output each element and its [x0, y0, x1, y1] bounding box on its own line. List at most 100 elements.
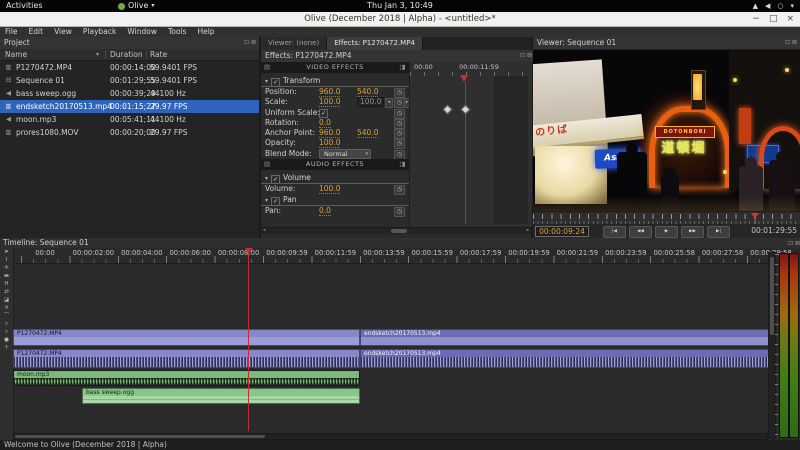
- project-column-headers[interactable]: Name ▾ Duration Rate: [0, 49, 259, 61]
- timeline-clip[interactable]: moon.mp3: [13, 370, 360, 386]
- parameter-value[interactable]: 100.0: [319, 97, 341, 108]
- timeline-clip[interactable]: endsketch20170513.mp4: [360, 329, 770, 346]
- project-item[interactable]: ▥ endsketch20170513.mp4 00:01:15;27 29.97 F…: [0, 100, 259, 113]
- parameter-value[interactable]: 0.0: [319, 118, 331, 128]
- power-icon[interactable]: ○: [777, 0, 783, 12]
- audio-effects-bar[interactable]: ▤ AUDIO EFFECTS ◨: [261, 159, 409, 171]
- keyframe-toggle-icon[interactable]: ◷: [394, 207, 405, 218]
- parameter-value[interactable]: 960.0: [319, 87, 341, 97]
- scrollbar-thumb[interactable]: [391, 229, 407, 233]
- timeline-ruler[interactable]: 00:00 00:00:02:00 00:00:04:00 00:00:06:00 00…: [0, 248, 800, 264]
- collapse-icon[interactable]: ▾: [265, 197, 268, 204]
- column-rate[interactable]: Rate: [150, 49, 167, 60]
- app-menu[interactable]: Olive ▾: [118, 0, 154, 12]
- timeline-horizontal-scrollbar[interactable]: [13, 433, 768, 440]
- pan-section-header[interactable]: ▾ ✓ Pan: [261, 194, 409, 207]
- collapse-icon[interactable]: ▾: [265, 78, 268, 85]
- keyframe-marker[interactable]: [442, 104, 453, 115]
- ruler-timecode: 00:00:19:59: [508, 249, 550, 257]
- column-name[interactable]: Name: [5, 49, 27, 60]
- pan-enabled-checkbox[interactable]: ✓: [271, 197, 281, 207]
- tab-viewer-none[interactable]: Viewer: (none): [261, 37, 328, 50]
- parameter-value[interactable]: 540.0: [357, 128, 379, 139]
- play-button[interactable]: ▶: [655, 226, 678, 238]
- parameter-checkbox[interactable]: ✓: [319, 109, 328, 119]
- go-to-start-button[interactable]: |◀: [603, 226, 626, 238]
- timeline-clip[interactable]: P1270472.MP4: [13, 329, 360, 346]
- project-item[interactable]: ◀ moon.mp3 00:05:41;11 44100 Hz: [0, 113, 259, 126]
- volume-section-header[interactable]: ▾ ✓ Volume: [261, 172, 409, 185]
- current-timecode[interactable]: 00:00:09:24: [535, 226, 589, 237]
- menu-playback[interactable]: Playback: [83, 27, 116, 37]
- parameter-value[interactable]: 540.0: [357, 87, 379, 97]
- go-to-end-button[interactable]: ▶|: [707, 226, 730, 238]
- effect-menu-icon[interactable]: ▤: [264, 159, 271, 170]
- keyframe-ruler[interactable]: 00:00 00:00:11:59: [410, 62, 532, 76]
- effect-menu-icon[interactable]: ▤: [264, 62, 271, 73]
- timeline-clip[interactable]: endsketch20170513.mp4: [360, 349, 770, 368]
- parameter-value[interactable]: 960.0: [319, 128, 341, 139]
- close-panel-icon[interactable]: ⊠: [251, 37, 256, 49]
- viewer-playhead[interactable]: [754, 213, 756, 224]
- status-bar: Welcome to Olive (December 2018 | Alpha): [0, 440, 800, 450]
- timeline-clip[interactable]: P1270472.MP4: [13, 349, 360, 368]
- project-panel: Project ⊡ ⊠ Name ▾ Duration Rate ▥ P127047…: [0, 37, 261, 238]
- volume-icon[interactable]: ◀: [765, 0, 770, 12]
- volume-value[interactable]: 100.0: [319, 184, 341, 195]
- float-panel-icon[interactable]: ⊡: [244, 37, 249, 49]
- pointer-tool[interactable]: ➤: [1, 248, 12, 256]
- minimize-button[interactable]: −: [752, 14, 760, 24]
- network-icon[interactable]: ▲: [753, 0, 758, 12]
- blend-mode-dropdown[interactable]: Normal ▾: [319, 149, 371, 160]
- tab-effects[interactable]: Effects: P1270472.MP4: [327, 37, 423, 50]
- effects-horizontal-scrollbar[interactable]: ◂ ▸: [261, 227, 531, 234]
- float-panel-icon[interactable]: ⊡: [520, 50, 525, 62]
- float-panel-icon[interactable]: ⊡: [785, 37, 790, 49]
- scrollbar-thumb[interactable]: [15, 435, 265, 438]
- keyframe-timeline[interactable]: 00:00 00:00:11:59: [409, 62, 532, 227]
- prev-frame-button[interactable]: ◀◀: [629, 226, 652, 238]
- keyframe-marker[interactable]: [460, 104, 471, 115]
- viewer-seek-bar[interactable]: [533, 211, 800, 225]
- collapse-icon[interactable]: ▾: [265, 175, 268, 182]
- column-duration[interactable]: Duration: [110, 49, 143, 60]
- parameter-label: Opacity:: [265, 138, 296, 148]
- project-item[interactable]: ▥ P1270472.MP4 00:00:14;00 59.9401 FPS: [0, 61, 259, 74]
- audio-effects-label: AUDIO EFFECTS: [305, 160, 365, 169]
- app-menu-label: Olive: [128, 1, 149, 10]
- video-effects-bar[interactable]: ▤ VIDEO EFFECTS ◨: [261, 62, 409, 73]
- close-panel-icon[interactable]: ⊠: [527, 50, 532, 62]
- transform-section-header[interactable]: ▾ ✓ Transform: [261, 75, 409, 87]
- project-item[interactable]: ⊟ Sequence 01 00:01:29;55 59.9401 FPS: [0, 74, 259, 87]
- next-frame-button[interactable]: ▶▶: [681, 226, 704, 238]
- system-tray[interactable]: ▲ ◀ ○ ▾: [753, 0, 794, 12]
- menu-help[interactable]: Help: [197, 27, 214, 37]
- project-item[interactable]: ◀ bass sweep.ogg 00:00:39;29 44100 Hz: [0, 87, 259, 100]
- viewer-panel-header[interactable]: Viewer: Sequence 01 ⊡ ⊠: [533, 37, 800, 50]
- close-panel-icon[interactable]: ⊠: [792, 37, 797, 49]
- close-button[interactable]: ×: [786, 14, 794, 24]
- volume-enabled-checkbox[interactable]: ✓: [271, 175, 281, 185]
- menu-tools[interactable]: Tools: [168, 27, 186, 37]
- transform-enabled-checkbox[interactable]: ✓: [271, 78, 281, 87]
- timeline-playhead[interactable]: [248, 248, 249, 431]
- menu-window[interactable]: Window: [127, 27, 157, 37]
- timeline-clip[interactable]: bass sweep.ogg: [82, 388, 360, 404]
- pan-value[interactable]: 0.0: [319, 206, 331, 217]
- red-vertical-sign: [739, 108, 751, 144]
- keyframe-playhead-handle[interactable]: [460, 75, 468, 82]
- menu-file[interactable]: File: [5, 27, 18, 37]
- timeline-panel-header[interactable]: Timeline: Sequence 01 ⊡ ⊠: [0, 238, 800, 248]
- media-duration: 00:01:29;55: [110, 76, 156, 85]
- parameter-value[interactable]: 100.0: [319, 138, 341, 149]
- project-item[interactable]: ▥ prores1080.MOV 00:00:20;00 29.97 FPS: [0, 126, 259, 139]
- video-frame[interactable]: のりば Asahi DOTONBORI 道頓堀: [533, 50, 800, 211]
- menu-view[interactable]: View: [54, 27, 72, 37]
- maximize-button[interactable]: □: [769, 14, 778, 24]
- effect-toggle-icon[interactable]: ◨: [399, 62, 406, 73]
- timeline-tracks[interactable]: P1270472.MP4 endsketch20170513.mp4 P127047…: [0, 263, 800, 440]
- menu-edit[interactable]: Edit: [29, 27, 44, 37]
- caret-down-icon[interactable]: ▾: [790, 0, 794, 12]
- effect-toggle-icon[interactable]: ◨: [399, 159, 406, 170]
- scrollbar-thumb[interactable]: [770, 257, 774, 335]
